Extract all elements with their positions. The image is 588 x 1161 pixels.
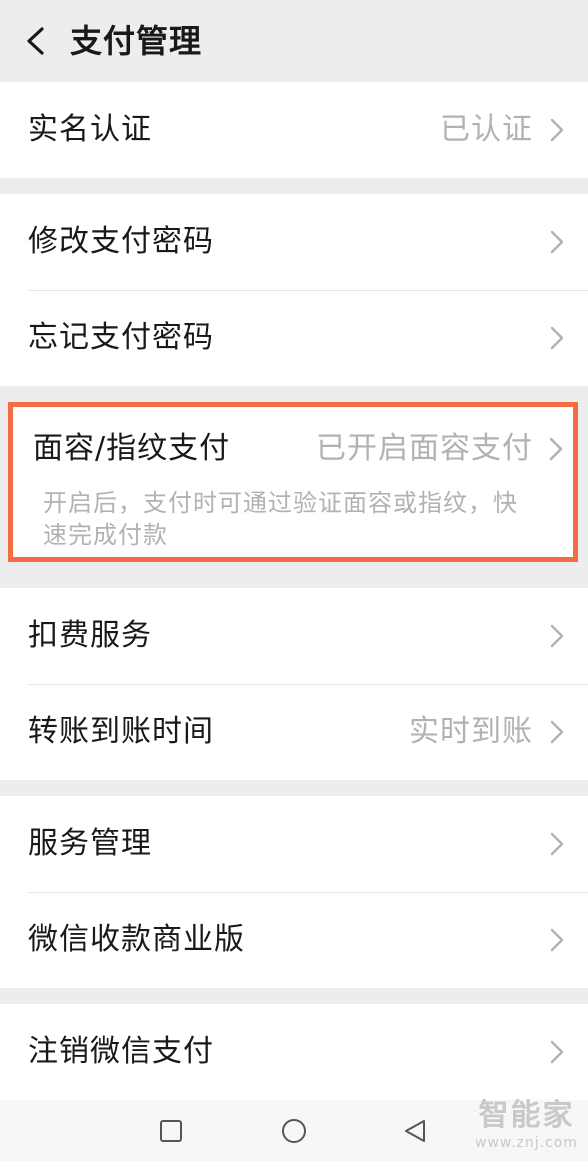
top-bar: 支付管理 [0,0,588,82]
transfer-time-value: 实时到账 [409,714,533,749]
transfer-time-row[interactable]: 转账到账时间 实时到账 [0,684,588,780]
recents-square-icon[interactable] [156,1116,186,1146]
chevron-right-icon [550,1040,564,1064]
chevron-right-icon [550,326,564,350]
cancel-wechat-pay-label: 注销微信支付 [28,1034,214,1069]
business-pay-label: 微信收款商业版 [28,922,245,957]
face-pay-description: 开启后，支付时可通过验证面容或指纹，快速完成付款 [43,489,518,549]
manage-group: 服务管理 微信收款商业版 [0,796,588,988]
services-group: 扣费服务 转账到账时间 实时到账 [0,588,588,780]
chevron-right-icon [550,928,564,952]
page-title: 支付管理 [70,22,203,60]
home-circle-icon[interactable] [279,1116,309,1146]
watermark-url: www.znj.com [475,1135,578,1151]
real-name-verify-row[interactable]: 实名认证 已认证 [0,82,588,178]
chevron-right-icon [550,230,564,254]
forgot-password-row[interactable]: 忘记支付密码 [0,290,588,386]
verify-group: 实名认证 已认证 [0,82,588,178]
face-pay-row[interactable]: 面容/指纹支付 已开启面容支付 开启后，支付时可通过验证面容或指纹，快速完成付款 [8,402,578,562]
site-watermark: 智能家 www.znj.com [475,1098,578,1152]
back-triangle-icon[interactable] [400,1116,430,1146]
real-name-verify-label: 实名认证 [28,112,152,147]
change-password-label: 修改支付密码 [28,224,214,259]
service-manage-label: 服务管理 [28,826,152,861]
real-name-verify-status: 已认证 [440,112,533,147]
transfer-time-label: 转账到账时间 [28,714,214,749]
chevron-right-icon [550,720,564,744]
change-password-row[interactable]: 修改支付密码 [0,194,588,290]
chevron-right-icon [550,832,564,856]
chevron-right-icon [550,118,564,142]
deduct-service-label: 扣费服务 [28,618,152,653]
back-arrow-icon[interactable] [24,26,48,56]
business-pay-row[interactable]: 微信收款商业版 [0,892,588,988]
service-manage-row[interactable]: 服务管理 [0,796,588,892]
chevron-right-icon [550,624,564,648]
deduct-service-row[interactable]: 扣费服务 [0,588,588,684]
password-group: 修改支付密码 忘记支付密码 [0,194,588,386]
watermark-logo-text: 智能家 [478,1098,575,1133]
cancel-wechat-pay-row[interactable]: 注销微信支付 [0,1004,588,1100]
face-pay-status: 已开启面容支付 [316,431,533,466]
forgot-password-label: 忘记支付密码 [28,320,214,355]
chevron-right-icon [549,437,563,461]
cancel-group: 注销微信支付 [0,1004,588,1100]
face-pay-label: 面容/指纹支付 [33,431,231,466]
